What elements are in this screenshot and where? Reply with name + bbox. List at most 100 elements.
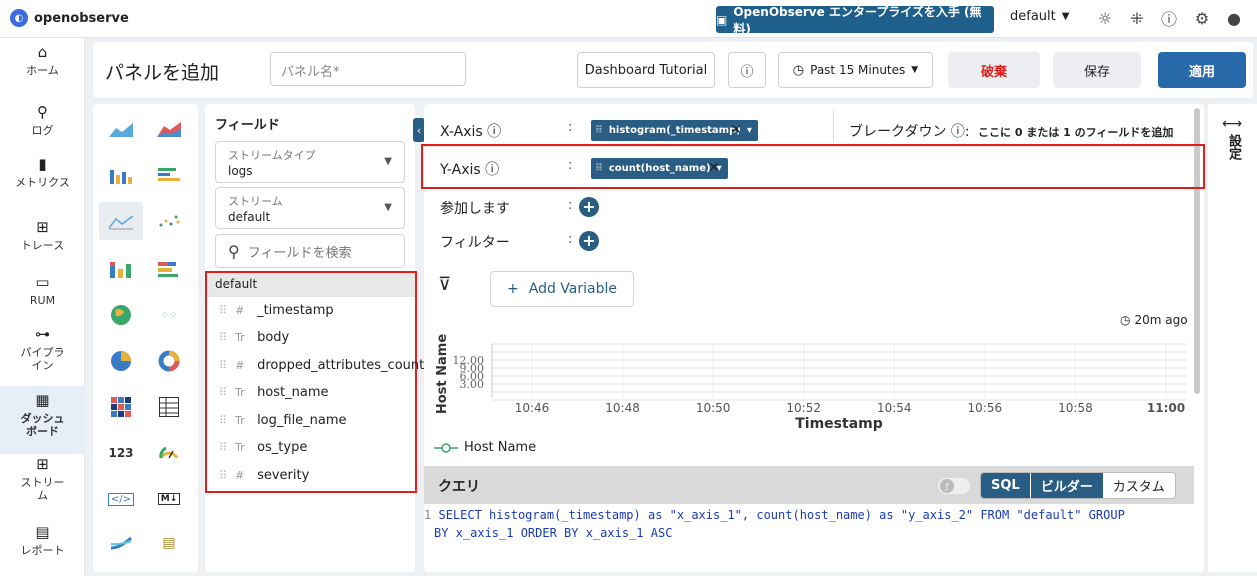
- gauge-chart-type[interactable]: [147, 434, 191, 472]
- nav-item-traces[interactable]: ⊞ トレース: [0, 220, 85, 261]
- line-chart-type[interactable]: [99, 202, 143, 240]
- nav-item-dashboards[interactable]: ▦ ダッシュボード: [0, 386, 85, 454]
- nav-item-streams[interactable]: ⊞ ストリーム: [0, 457, 85, 510]
- get-enterprise-button[interactable]: ▣ OpenObserve エンタープライズを入手 (無料): [716, 5, 994, 36]
- panel-name-input[interactable]: パネル名*: [270, 52, 466, 86]
- dashboard-tutorial-button[interactable]: Dashboard Tutorial: [577, 52, 715, 88]
- add-filter-button[interactable]: +: [579, 231, 599, 251]
- function-toggle[interactable]: ƒ: [938, 478, 970, 494]
- field-row[interactable]: ⠿ Tr body: [219, 330, 289, 345]
- nav-item-logs[interactable]: ⚲ ログ: [0, 105, 85, 146]
- report-icon: ▤: [35, 523, 50, 541]
- donut-chart-icon: [158, 350, 180, 372]
- app-logo-text: openobserve: [34, 10, 129, 26]
- y-tick-label: 3.00: [460, 378, 485, 391]
- breakdown-drop-hint[interactable]: ここに 0 または 1 のフィールドを追加: [978, 124, 1173, 140]
- tab-sql[interactable]: SQL: [981, 473, 1030, 498]
- stream-type-select[interactable]: ストリームタイプ logs ▼: [215, 141, 405, 183]
- settings-gear-icon[interactable]: ⚙: [1192, 8, 1212, 28]
- metric-chart-type[interactable]: 123: [99, 434, 143, 472]
- function-icon: ƒ: [940, 479, 954, 493]
- drag-handle-icon[interactable]: ⠿: [219, 304, 227, 317]
- org-selector[interactable]: default ▼: [1010, 9, 1069, 24]
- add-join-button[interactable]: +: [579, 197, 599, 217]
- pie-chart-icon: [111, 351, 131, 371]
- app-logo[interactable]: ◐ openobserve: [10, 9, 129, 27]
- legend-label: Host Name: [464, 440, 537, 455]
- nav-item-home[interactable]: ⌂ ホーム: [0, 43, 85, 90]
- field-row[interactable]: ⠿ Tr os_type: [219, 440, 307, 455]
- drag-handle-icon[interactable]: ⠿: [219, 386, 227, 399]
- drag-handle-icon[interactable]: ⠿: [219, 331, 227, 344]
- html-chart-type[interactable]: </>: [99, 480, 143, 518]
- user-icon[interactable]: ●: [1224, 8, 1244, 28]
- donut-chart-type[interactable]: [147, 342, 191, 380]
- field-row[interactable]: ⠿ Tr host_name: [219, 385, 329, 400]
- sql-editor[interactable]: 1 SELECT histogram(_timestamp) as "x_axi…: [424, 506, 1194, 542]
- filter-add-icon[interactable]: ⊽: [438, 274, 451, 295]
- field-type-icon: #: [235, 304, 245, 317]
- bar-chart-type[interactable]: [99, 156, 143, 194]
- sankey-chart-type[interactable]: [99, 524, 143, 562]
- drag-handle-icon[interactable]: ⠿: [219, 441, 227, 454]
- nav-item-label: ダッシュボード: [20, 412, 65, 438]
- chart-legend[interactable]: Host Name: [434, 440, 536, 455]
- custom-chart-icon: ▤: [162, 535, 176, 551]
- separator: :: [568, 198, 573, 213]
- field-row[interactable]: ⠿ # severity: [219, 468, 309, 483]
- geomap-chart-type[interactable]: [99, 296, 143, 334]
- field-name: _timestamp: [257, 303, 334, 318]
- field-search-input[interactable]: ⚲ フィールドを検索: [215, 234, 405, 268]
- tab-builder[interactable]: ビルダー: [1029, 473, 1103, 498]
- pie-chart-type[interactable]: [99, 342, 143, 380]
- expand-width-icon[interactable]: ⟷: [1222, 116, 1242, 132]
- help-icon[interactable]: ⓘ: [1159, 8, 1179, 29]
- heatmap-chart-type[interactable]: [99, 388, 143, 426]
- field-row[interactable]: ⠿ # dropped_attributes_count: [219, 358, 424, 373]
- maps-chart-type[interactable]: ⁘⁘: [147, 296, 191, 334]
- settings-sidebar[interactable]: ⟷ 設定: [1208, 104, 1257, 572]
- x-tick-label: 10:52: [786, 401, 821, 415]
- nav-item-reports[interactable]: ▤ レポート: [0, 523, 85, 568]
- custom-chart-type[interactable]: ▤: [147, 524, 191, 562]
- field-type-icon: Tr: [235, 331, 245, 344]
- add-variable-button[interactable]: + Add Variable: [490, 271, 634, 307]
- nav-item-pipelines[interactable]: ⊶ パイプライン: [0, 327, 85, 378]
- markdown-chart-type[interactable]: M↓: [147, 480, 191, 518]
- scatter-chart-type[interactable]: [147, 202, 191, 240]
- time-range-picker[interactable]: ◷ Past 15 Minutes ▼: [778, 52, 933, 88]
- drag-handle-icon[interactable]: ⠿: [219, 414, 227, 427]
- field-row[interactable]: ⠿ # _timestamp: [219, 303, 334, 318]
- table-chart-type[interactable]: [147, 388, 191, 426]
- nav-item-metrics[interactable]: ▮ メトリクス: [0, 157, 85, 208]
- nav-item-rum[interactable]: ▭ RUM: [0, 275, 85, 316]
- tab-custom[interactable]: カスタム: [1102, 473, 1175, 498]
- x-tick-label: 10:46: [515, 401, 550, 415]
- discard-button[interactable]: 破棄: [948, 52, 1040, 88]
- h-stacked-bar-chart-type[interactable]: [147, 250, 191, 288]
- stream-select[interactable]: ストリーム default ▼: [215, 187, 405, 229]
- drag-handle-icon[interactable]: ⠿: [219, 469, 227, 482]
- home-icon: ⌂: [37, 43, 48, 61]
- plus-icon: +: [507, 281, 519, 297]
- stream-type-value: logs: [228, 164, 253, 178]
- horizontal-bar-chart-type[interactable]: [147, 156, 191, 194]
- stacked-bar-chart-type[interactable]: [99, 250, 143, 288]
- stacked-area-chart-type[interactable]: [147, 110, 191, 148]
- search-icon: ⚲: [228, 241, 240, 261]
- drag-handle-icon[interactable]: ⠿: [219, 359, 227, 372]
- dashboard-icon: ▦: [35, 391, 50, 409]
- world-map-icon: ⁘⁘: [160, 309, 178, 321]
- remove-xaxis-icon[interactable]: ✕: [728, 121, 744, 139]
- area-chart-type[interactable]: [99, 110, 143, 148]
- apply-button[interactable]: 適用: [1158, 52, 1246, 88]
- field-row[interactable]: ⠿ Tr log_file_name: [219, 413, 347, 428]
- theme-toggle-icon[interactable]: ☼: [1095, 8, 1115, 28]
- field-name: host_name: [257, 385, 329, 400]
- info-icon[interactable]: ⓘ: [728, 52, 766, 88]
- slack-icon[interactable]: ⁜: [1127, 8, 1147, 28]
- x-tick-label: 11:00: [1147, 401, 1185, 415]
- line-chart-icon: [108, 215, 134, 230]
- chart-area: Host Name 12.009.006.003.0010:46 10:48 10:5…: [435, 334, 1186, 432]
- save-button[interactable]: 保存: [1053, 52, 1141, 88]
